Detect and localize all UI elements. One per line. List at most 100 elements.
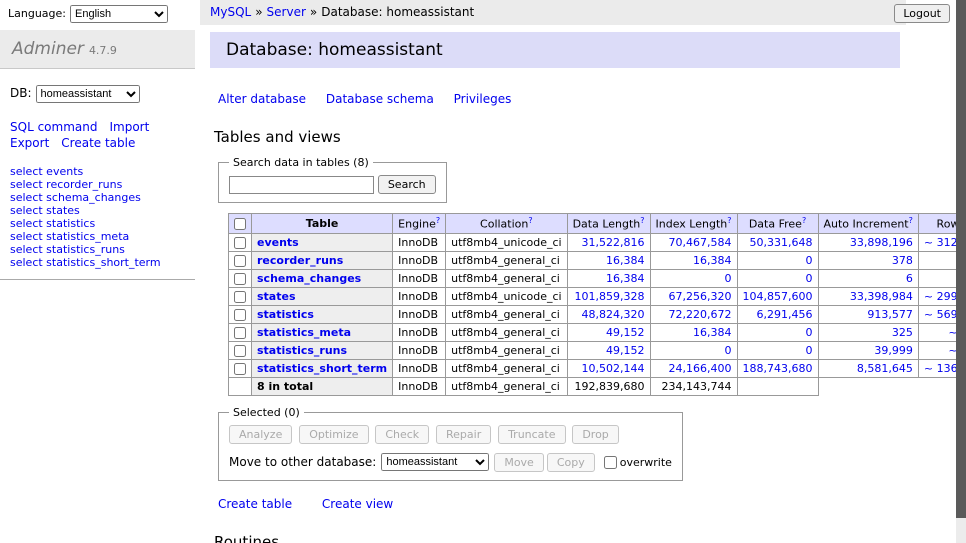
data-free-link[interactable]: 6,291,456	[757, 308, 813, 321]
privileges-link[interactable]: Privileges	[454, 92, 512, 106]
auto-increment-link[interactable]: 33,398,984	[850, 290, 913, 303]
row-checkbox[interactable]	[234, 345, 246, 357]
tables-overview-table: Table Engine? Collation? Data Length? In…	[228, 213, 966, 396]
data-length-link[interactable]: 10,502,144	[582, 362, 645, 375]
engine-cell: InnoDB	[393, 341, 446, 359]
index-length-link[interactable]: 0	[725, 272, 732, 285]
analyze-button[interactable]: Analyze	[229, 425, 292, 444]
row-checkbox[interactable]	[234, 327, 246, 339]
search-button[interactable]: Search	[378, 175, 436, 194]
data-free-link[interactable]: 188,743,680	[743, 362, 813, 375]
table-link[interactable]: schema_changes	[257, 272, 361, 285]
sidebar-item-sql-command[interactable]: SQL command	[10, 120, 97, 134]
data-free-link[interactable]: 104,857,600	[743, 290, 813, 303]
data-free-link[interactable]: 0	[806, 344, 813, 357]
table-link[interactable]: events	[257, 236, 299, 249]
sidebar-item-select-states[interactable]: select states	[10, 204, 195, 217]
check-button[interactable]: Check	[375, 425, 429, 444]
db-select[interactable]: homeassistant	[36, 85, 140, 103]
data-free-link[interactable]: 0	[806, 254, 813, 267]
language-select[interactable]: English	[70, 5, 168, 23]
row-checkbox[interactable]	[234, 273, 246, 285]
sidebar-item-import[interactable]: Import	[109, 120, 149, 134]
row-checkbox[interactable]	[234, 363, 246, 375]
row-checkbox[interactable]	[234, 309, 246, 321]
database-schema-link[interactable]: Database schema	[326, 92, 434, 106]
data-length-link[interactable]: 49,152	[606, 344, 645, 357]
index-length-link[interactable]: 16,384	[693, 254, 732, 267]
data-length-link[interactable]: 49,152	[606, 326, 645, 339]
data-free-link[interactable]: 0	[806, 272, 813, 285]
repair-button[interactable]: Repair	[436, 425, 491, 444]
truncate-button[interactable]: Truncate	[498, 425, 565, 444]
index-length-link[interactable]: 0	[725, 344, 732, 357]
auto-increment-link[interactable]: 33,898,196	[850, 236, 913, 249]
overwrite-checkbox[interactable]	[604, 456, 617, 469]
help-icon[interactable]: ?	[727, 216, 731, 225]
auto-increment-link[interactable]: 8,581,645	[857, 362, 913, 375]
page-title: Database: homeassistant	[210, 32, 900, 68]
adminer-logo[interactable]: Adminer	[12, 39, 84, 59]
collation-cell: utf8mb4_general_ci	[446, 269, 567, 287]
auto-increment-link[interactable]: 325	[892, 326, 913, 339]
help-icon[interactable]: ?	[802, 216, 806, 225]
select-all-checkbox[interactable]	[234, 218, 246, 230]
logout-button[interactable]: Logout	[894, 4, 950, 23]
create-view-link[interactable]: Create view	[322, 497, 393, 511]
help-icon[interactable]: ?	[436, 216, 440, 225]
table-link[interactable]: statistics_meta	[257, 326, 351, 339]
sidebar-item-create-table[interactable]: Create table	[61, 136, 135, 150]
row-checkbox[interactable]	[234, 255, 246, 267]
auto-increment-link[interactable]: 6	[906, 272, 913, 285]
table-link[interactable]: statistics	[257, 308, 314, 321]
table-link[interactable]: states	[257, 290, 296, 303]
sidebar-item-select-recorder-runs[interactable]: select recorder_runs	[10, 178, 195, 191]
copy-button[interactable]: Copy	[547, 453, 595, 472]
help-icon[interactable]: ?	[640, 216, 644, 225]
auto-increment-link[interactable]: 913,577	[867, 308, 913, 321]
data-length-link[interactable]: 101,859,328	[575, 290, 645, 303]
total-index-length: 234,143,744	[650, 377, 737, 395]
search-input[interactable]	[229, 176, 374, 194]
overwrite-label[interactable]: overwrite	[620, 456, 672, 469]
sidebar-item-select-statistics-short-term[interactable]: select statistics_short_term	[10, 256, 195, 269]
sidebar-item-select-statistics[interactable]: select statistics	[10, 217, 195, 230]
data-length-link[interactable]: 31,522,816	[582, 236, 645, 249]
drop-button[interactable]: Drop	[572, 425, 618, 444]
data-length-link[interactable]: 48,824,320	[582, 308, 645, 321]
optimize-button[interactable]: Optimize	[299, 425, 368, 444]
data-free-link[interactable]: 0	[806, 326, 813, 339]
table-link[interactable]: statistics_runs	[257, 344, 347, 357]
table-link[interactable]: recorder_runs	[257, 254, 343, 267]
sidebar-item-select-schema-changes[interactable]: select schema_changes	[10, 191, 195, 204]
data-free-link[interactable]: 50,331,648	[750, 236, 813, 249]
create-table-link[interactable]: Create table	[218, 497, 292, 511]
index-length-link[interactable]: 16,384	[693, 326, 732, 339]
column-header-data-length: Data Length?	[567, 214, 650, 234]
help-icon[interactable]: ?	[528, 216, 532, 225]
row-checkbox[interactable]	[234, 237, 246, 249]
vertical-scrollbar[interactable]	[956, 0, 966, 543]
auto-increment-link[interactable]: 39,999	[874, 344, 913, 357]
index-length-link[interactable]: 70,467,584	[669, 236, 732, 249]
sidebar-item-export[interactable]: Export	[10, 136, 49, 150]
move-button[interactable]: Move	[494, 453, 544, 472]
help-icon[interactable]: ?	[909, 216, 913, 225]
index-length-link[interactable]: 67,256,320	[669, 290, 732, 303]
move-database-select[interactable]: homeassistant	[381, 453, 489, 471]
data-length-link[interactable]: 16,384	[606, 272, 645, 285]
alter-database-link[interactable]: Alter database	[218, 92, 306, 106]
index-length-link[interactable]: 24,166,400	[669, 362, 732, 375]
sidebar-item-select-statistics-meta[interactable]: select statistics_meta	[10, 230, 195, 243]
sidebar-item-select-events[interactable]: select events	[10, 165, 195, 178]
sidebar-item-select-statistics-runs[interactable]: select statistics_runs	[10, 243, 195, 256]
row-checkbox[interactable]	[234, 291, 246, 303]
data-length-link[interactable]: 16,384	[606, 254, 645, 267]
auto-increment-link[interactable]: 378	[892, 254, 913, 267]
scrollbar-thumb[interactable]	[956, 0, 966, 518]
breadcrumb-mysql-link[interactable]: MySQL	[210, 5, 251, 19]
index-length-link[interactable]: 72,220,672	[669, 308, 732, 321]
table-link[interactable]: statistics_short_term	[257, 362, 387, 375]
selected-legend: Selected (0)	[229, 406, 304, 419]
breadcrumb-server-link[interactable]: Server	[267, 5, 306, 19]
